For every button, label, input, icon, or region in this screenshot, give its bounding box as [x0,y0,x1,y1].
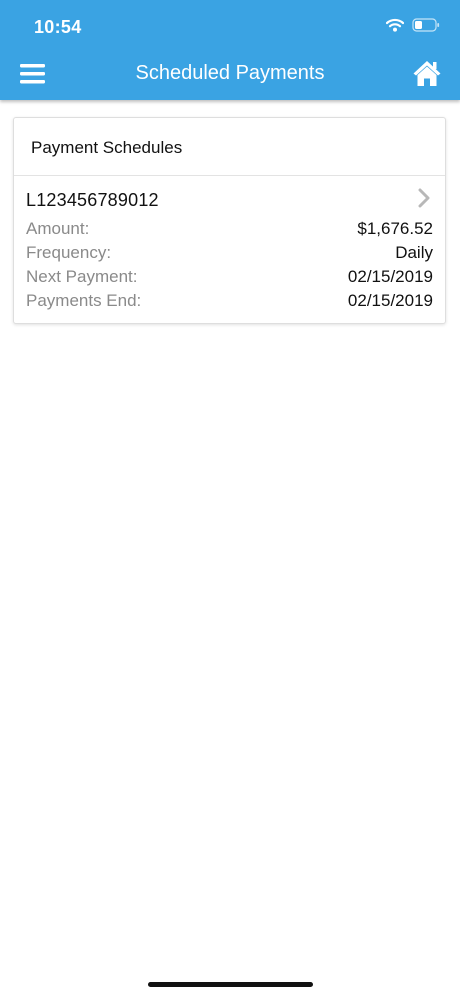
app-screen: 10:54 Scheduled Payments Payment Schedul… [0,0,460,996]
battery-icon [412,18,440,32]
loan-number: L123456789012 [26,190,159,210]
frequency-row: Frequency: Daily [26,241,433,265]
status-time: 10:54 [34,17,82,37]
payment-schedules-card: Payment Schedules L123456789012 Amount: … [13,117,446,324]
home-icon[interactable] [412,59,442,87]
frequency-label: Frequency: [26,243,112,262]
frequency-value: Daily [395,243,433,262]
status-icons [386,18,440,32]
next-payment-label: Next Payment: [26,267,138,286]
amount-label: Amount: [26,219,90,238]
home-indicator[interactable] [148,982,313,987]
next-payment-value: 02/15/2019 [347,267,433,286]
next-payment-row: Next Payment: 02/15/2019 [26,265,433,289]
payments-end-row: Payments End: 02/15/2019 [26,289,433,313]
chevron-right-icon [417,188,431,208]
card-title: Payment Schedules [14,118,445,176]
payments-end-label: Payments End: [26,291,142,310]
schedule-item[interactable]: L123456789012 Amount: $1,676.52 Frequenc… [14,176,445,324]
wifi-icon [386,18,404,32]
payments-end-value: 02/15/2019 [347,291,433,310]
page-title: Scheduled Payments [135,62,325,84]
amount-row: Amount: $1,676.52 [26,217,433,241]
amount-value: $1,676.52 [357,219,433,238]
app-header: 10:54 Scheduled Payments [0,0,460,100]
